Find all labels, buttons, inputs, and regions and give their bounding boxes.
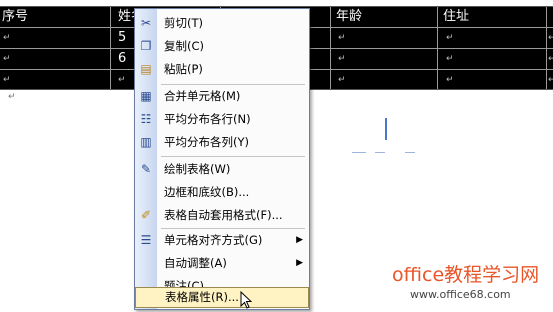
cell-end-mark: ↵ xyxy=(338,33,346,43)
watermark-url: www.office68.com xyxy=(410,288,511,301)
context-menu: ✂ 剪切(T) ❐ 复制(C) ▤ 粘贴(P) ▦ 合并单元格(M) ☷ 平均分… xyxy=(134,8,310,310)
cell-end-mark: ↵ xyxy=(338,54,346,64)
menu-item-draw-table[interactable]: ✎ 绘制表格(W) xyxy=(135,158,309,180)
menu-item-label: 表格自动套用格式(F)... xyxy=(164,208,283,222)
menu-item-paste[interactable]: ▤ 粘贴(P) xyxy=(135,58,309,80)
document-area: 序号 姓名 性别 年龄 住址 ↵ 5 ↵ ↵ ↵ ↵ 6 ↵ ↵ ↵ ↵ ↵ ↵… xyxy=(0,0,553,312)
menu-item-label: 剪切(T) xyxy=(164,16,203,30)
row-end-mark: ↵ xyxy=(548,75,553,85)
menu-item-label: 平均分布各行(N) xyxy=(164,112,251,126)
menu-item-label: 边框和底纹(B)... xyxy=(164,185,250,199)
decorative-line xyxy=(405,152,415,153)
menu-separator xyxy=(161,156,305,157)
decorative-line xyxy=(375,152,385,153)
cell-end-mark: ↵ xyxy=(3,75,11,85)
submenu-arrow-icon: ▶ xyxy=(296,258,303,268)
watermark-title: office教程学习网 xyxy=(392,264,540,286)
menu-item-label: 复制(C) xyxy=(164,39,205,53)
menu-item-label: 自动调整(A) xyxy=(164,256,227,270)
menu-item-label: 粘贴(P) xyxy=(164,62,203,76)
scissors-icon: ✂ xyxy=(140,16,152,30)
merge-cells-icon: ▦ xyxy=(140,89,152,103)
copy-icon: ❐ xyxy=(140,39,152,53)
draw-table-icon: ✎ xyxy=(140,162,152,176)
header-cell-index[interactable]: 序号 xyxy=(2,7,28,27)
menu-item-label: 绘制表格(W) xyxy=(164,162,231,176)
row-end-mark: ↵ xyxy=(548,54,553,64)
autoformat-icon: ✐ xyxy=(140,208,152,222)
mouse-cursor-icon xyxy=(240,291,252,309)
paragraph-mark: ↵ xyxy=(8,92,16,102)
submenu-arrow-icon: ▶ xyxy=(296,235,303,245)
paste-icon: ▤ xyxy=(140,62,152,76)
table-cell[interactable]: 5 xyxy=(118,28,126,48)
menu-item-label: 合并单元格(M) xyxy=(164,89,241,103)
menu-item-distribute-columns[interactable]: ▥ 平均分布各列(Y) xyxy=(135,131,309,153)
distribute-columns-icon: ▥ xyxy=(140,135,152,149)
menu-item-borders-shading[interactable]: 边框和底纹(B)... xyxy=(135,181,309,203)
cell-end-mark: ↵ xyxy=(446,75,454,85)
cell-end-mark: ↵ xyxy=(3,33,11,43)
menu-item-label: 单元格对齐方式(G) xyxy=(164,233,263,247)
menu-item-distribute-rows[interactable]: ☷ 平均分布各行(N) xyxy=(135,108,309,130)
menu-item-label: 表格属性(R)... xyxy=(165,290,239,304)
decorative-line xyxy=(352,152,366,153)
distribute-rows-icon: ☷ xyxy=(140,112,152,126)
table-cell[interactable]: 6 xyxy=(118,49,126,69)
menu-item-copy[interactable]: ❐ 复制(C) xyxy=(135,35,309,57)
menu-item-table-autoformat[interactable]: ✐ 表格自动套用格式(F)... xyxy=(135,204,309,226)
cell-end-mark: ↵ xyxy=(338,75,346,85)
cell-end-mark: ↵ xyxy=(3,54,11,64)
row-end-mark: ↵ xyxy=(548,33,553,43)
menu-item-table-properties[interactable]: 表格属性(R)... xyxy=(135,287,309,308)
cell-align-icon: ☰ xyxy=(140,233,152,247)
text-cursor-artifact xyxy=(385,118,387,140)
menu-item-merge-cells[interactable]: ▦ 合并单元格(M) xyxy=(135,85,309,107)
menu-item-cut[interactable]: ✂ 剪切(T) xyxy=(135,12,309,34)
cell-end-mark: ↵ xyxy=(446,54,454,64)
cell-end-mark: ↵ xyxy=(446,33,454,43)
menu-item-cell-alignment[interactable]: ☰ 单元格对齐方式(G) ▶ xyxy=(135,229,309,251)
menu-item-autofit[interactable]: 自动调整(A) ▶ xyxy=(135,252,309,274)
menu-item-label: 平均分布各列(Y) xyxy=(164,135,249,149)
header-cell-age[interactable]: 年龄 xyxy=(336,7,362,27)
cell-end-mark: ↵ xyxy=(118,75,126,85)
header-cell-address[interactable]: 住址 xyxy=(443,7,469,27)
